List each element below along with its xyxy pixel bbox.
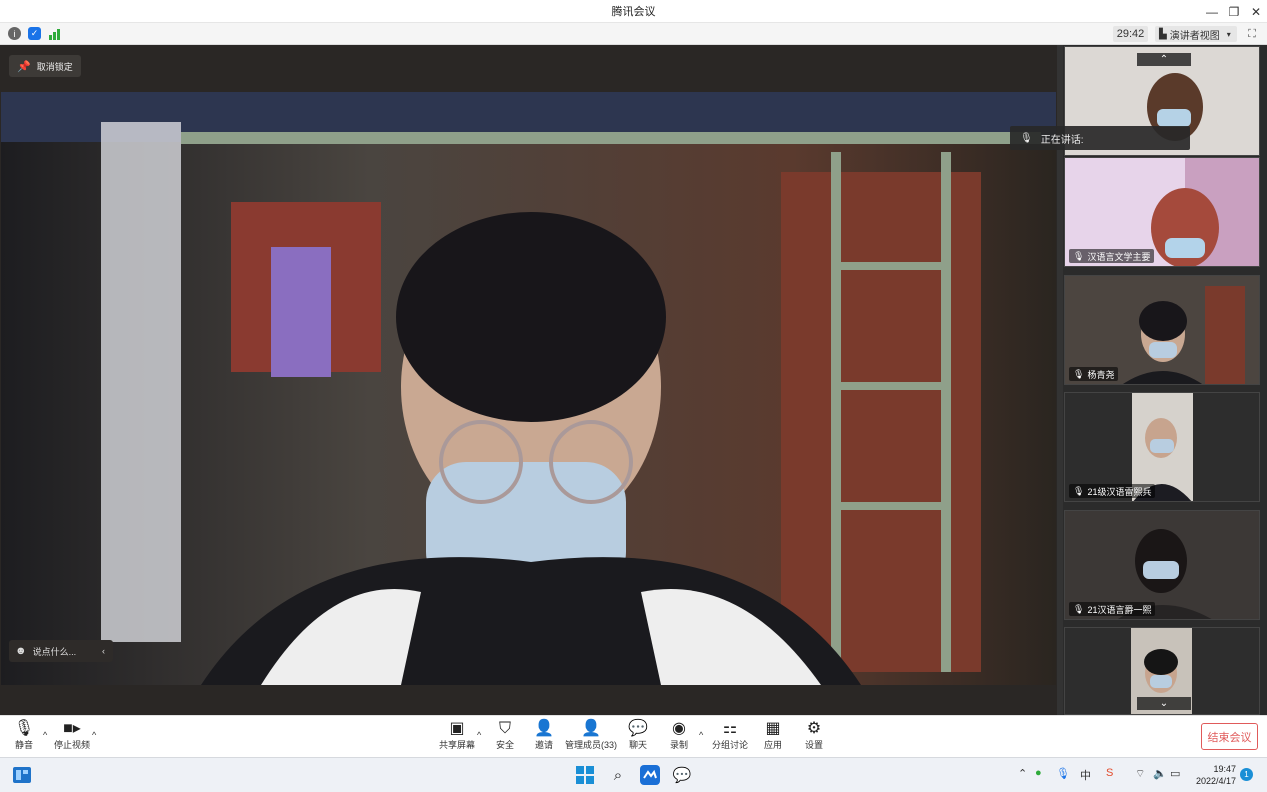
participant-name: 杨青尧 (1087, 369, 1115, 380)
mic-icon: 🎙 (1073, 368, 1085, 379)
taskbar: ⌕ 💬 ⌃ ● 🎙 中 S ⌔ 🔈 ▭ 19:47 2022/4/17 1 (0, 757, 1267, 792)
ime-indicator[interactable]: 中 (1080, 767, 1091, 783)
layout-icon: ▙ (1159, 28, 1167, 40)
share-screen-button[interactable]: ▣ 共享屏幕 (439, 719, 475, 755)
title-bar: 腾讯会议 — ❐ ✕ (0, 0, 1267, 23)
collapse-chat-icon[interactable]: ‹ (102, 646, 105, 656)
participant-name-tag: 🎙 21汉语言爵一熙 (1069, 602, 1156, 616)
tray-microphone-icon[interactable]: 🎙 (1056, 767, 1070, 780)
participant-name: 21级汉语雷熙兵 (1087, 486, 1152, 497)
mic-muted-icon: 🎙 (1073, 250, 1085, 261)
tray-input-method-icon[interactable]: S (1106, 767, 1113, 779)
shield-icon[interactable]: ✓ (28, 27, 41, 40)
battery-icon[interactable]: ▭ (1170, 767, 1180, 780)
chat-placeholder: 说点什么... (32, 646, 77, 657)
chat-icon: 💬 (628, 720, 648, 737)
participant-tile[interactable]: 🎙 杨青尧 (1064, 275, 1260, 385)
minimize-icon[interactable]: — (1201, 0, 1223, 23)
chat-button[interactable]: 💬 聊天 (627, 719, 649, 755)
settings-button[interactable]: ⚙ 设置 (803, 719, 825, 755)
security-button[interactable]: ⛉ 安全 (494, 719, 516, 755)
system-clock[interactable]: 19:47 2022/4/17 (1190, 763, 1236, 787)
scroll-down-icon[interactable]: ⌄ (1137, 697, 1191, 710)
chevron-down-icon: ▾ (1226, 29, 1231, 39)
start-menu-icon[interactable] (574, 764, 596, 786)
meeting-timer: 29:42 (1113, 26, 1148, 42)
mic-muted-icon: 🎙 (1073, 485, 1085, 496)
meeting-window: 腾讯会议 — ❐ ✕ i ✓ 29:42 ▙ 演讲者视图 ▾ ⛶ 📌 取消锁定 (0, 0, 1267, 757)
participant-name-tag: 🎙 杨青尧 (1069, 367, 1119, 381)
clock-time: 19:47 (1213, 764, 1236, 774)
chat-input[interactable]: ☻ 说点什么... ‹ (9, 640, 113, 662)
stop-video-button[interactable]: ■▸ 停止视频 (54, 719, 90, 755)
tencent-meeting-app-icon[interactable] (639, 764, 661, 786)
wechat-app-icon[interactable]: 💬 (671, 764, 693, 786)
apps-icon: ▦ (765, 720, 781, 737)
restore-icon[interactable]: ❐ (1223, 0, 1245, 23)
view-mode-label: 演讲者视图 (1169, 30, 1220, 42)
search-icon[interactable]: ⌕ (607, 764, 629, 786)
participant-tile[interactable]: 🎙 汉语言文学主要 (1064, 157, 1260, 267)
view-mode-button[interactable]: ▙ 演讲者视图 ▾ (1155, 26, 1237, 42)
breakout-button[interactable]: ⚏ 分组讨论 (712, 719, 748, 755)
mic-muted-icon: 🎙 (1073, 603, 1085, 614)
speaking-indicator: 🎙 正在讲话: (1010, 126, 1190, 150)
speaking-label: 正在讲话: (1040, 134, 1084, 146)
window-title: 腾讯会议 (611, 6, 656, 18)
camera-icon: ■▸ (63, 720, 81, 737)
widgets-icon[interactable] (11, 764, 33, 786)
participant-name-tag: 🎙 21级汉语雷熙兵 (1069, 484, 1156, 498)
manage-members-button[interactable]: 👤 管理成员(33) (565, 719, 617, 755)
add-user-icon: 👤 (534, 720, 554, 737)
participant-tile[interactable]: 🎙 21级汉语雷熙兵 (1064, 392, 1260, 502)
mic-icon: 🎙 (1020, 132, 1033, 144)
window-controls: — ❐ ✕ (1201, 0, 1267, 23)
participant-name-tag: 🎙 汉语言文学主要 (1069, 249, 1155, 263)
unpin-label: 取消锁定 (36, 61, 73, 72)
main-stage: 📌 取消锁定 ☻ 说点什么... ‹ (0, 45, 1057, 715)
record-button[interactable]: ◉ 录制 (668, 719, 690, 755)
close-icon[interactable]: ✕ (1245, 0, 1267, 23)
signal-icon[interactable] (48, 27, 61, 40)
members-icon: 👤 (581, 720, 601, 737)
wifi-icon[interactable]: ⌔ (1135, 767, 1145, 781)
main-video-image (1, 92, 1056, 685)
video-options-chevron-icon[interactable]: ^ (92, 730, 96, 740)
unpin-button[interactable]: 📌 取消锁定 (9, 55, 81, 77)
end-meeting-button[interactable]: 结束会议 (1201, 723, 1258, 750)
record-icon: ◉ (672, 720, 686, 737)
tray-overflow-icon[interactable]: ⌃ (1018, 767, 1027, 780)
participant-name: 汉语言文学主要 (1087, 251, 1151, 262)
record-options-chevron-icon[interactable]: ^ (699, 730, 703, 740)
info-icon[interactable]: i (8, 27, 21, 40)
participant-name: 21汉语言爵一熙 (1087, 604, 1152, 615)
share-screen-icon: ▣ (449, 720, 465, 737)
pin-icon: 📌 (17, 60, 31, 73)
security-shield-icon: ⛉ (498, 720, 511, 737)
clock-date: 2022/4/17 (1195, 776, 1236, 786)
microphone-icon: 🎙 (13, 720, 35, 737)
gear-icon: ⚙ (806, 720, 822, 737)
meeting-info-bar: i ✓ 29:42 ▙ 演讲者视图 ▾ ⛶ (0, 23, 1267, 45)
mute-options-chevron-icon[interactable]: ^ (43, 730, 47, 740)
volume-icon[interactable]: 🔈 (1153, 767, 1167, 780)
invite-button[interactable]: 👤 邀请 (533, 719, 555, 755)
share-options-chevron-icon[interactable]: ^ (477, 730, 481, 740)
main-video (1, 92, 1056, 685)
meeting-toolbar: 🎙 静音 ^ ■▸ 停止视频 ^ ▣ 共享屏幕 ^ ⛉ 安全 👤 邀请 👤 管理… (0, 715, 1267, 757)
scroll-up-icon[interactable]: ⌃ (1137, 53, 1191, 66)
notification-badge[interactable]: 1 (1240, 768, 1253, 781)
breakout-icon: ⚏ (722, 720, 738, 737)
tray-app-icon[interactable]: ● (1035, 767, 1042, 779)
participant-tile[interactable]: 🎙 21汉语言爵一熙 (1064, 510, 1260, 620)
emoji-icon[interactable]: ☻ (15, 645, 27, 657)
mute-button[interactable]: 🎙 静音 (12, 719, 36, 755)
apps-button[interactable]: ▦ 应用 (762, 719, 784, 755)
fullscreen-icon[interactable]: ⛶ (1245, 27, 1259, 41)
